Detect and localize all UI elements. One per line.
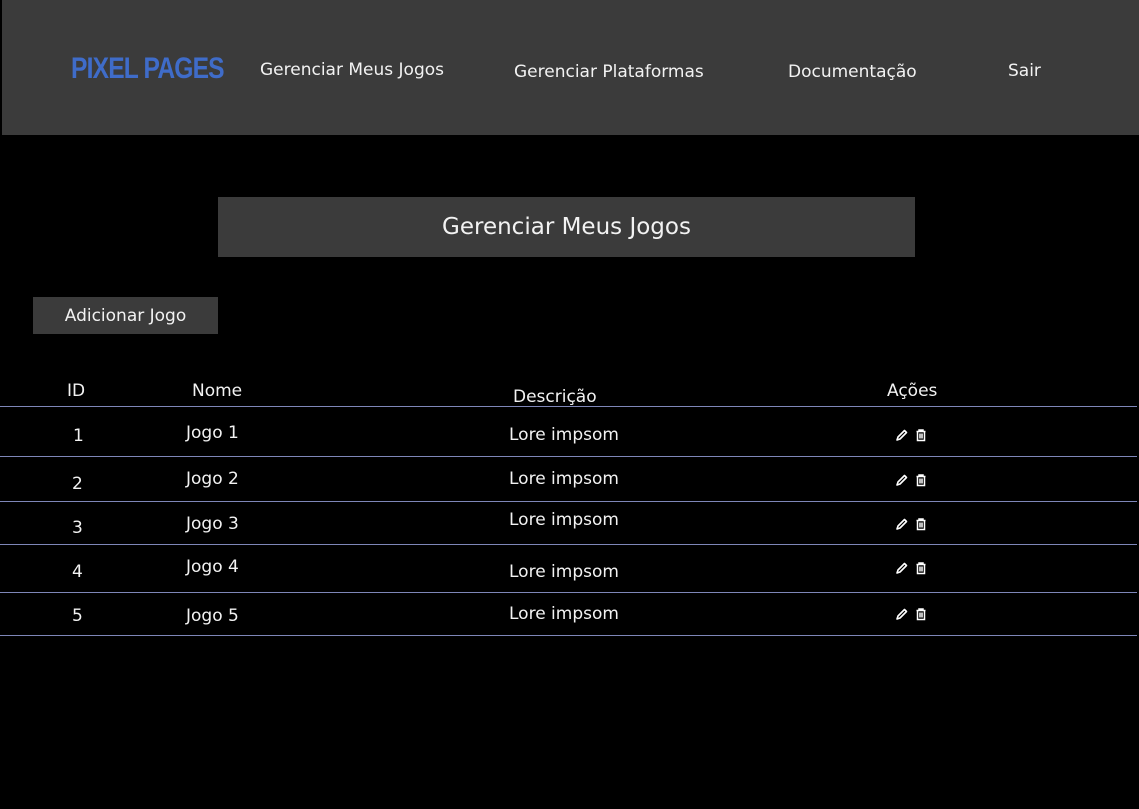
top-navbar: PIXEL PAGES Gerenciar Meus Jogos Gerenci… (2, 0, 1139, 135)
trash-icon[interactable] (914, 517, 928, 531)
edit-icon[interactable] (895, 517, 909, 531)
column-header-id: ID (67, 381, 86, 401)
table-header-divider (0, 406, 1137, 407)
nav-gerenciar-jogos[interactable]: Gerenciar Meus Jogos (260, 60, 444, 80)
row-divider (0, 544, 1137, 545)
trash-icon[interactable] (914, 428, 928, 442)
edit-icon[interactable] (895, 473, 909, 487)
cell-id: 1 (73, 426, 84, 446)
row-actions (895, 517, 928, 531)
cell-descricao: Lore impsom (509, 425, 619, 445)
edit-icon[interactable] (895, 561, 909, 575)
row-actions (895, 561, 928, 575)
column-header-nome: Nome (192, 381, 243, 401)
cell-nome: Jogo 3 (186, 514, 239, 534)
trash-icon[interactable] (914, 561, 928, 575)
nav-gerenciar-plataformas[interactable]: Gerenciar Plataformas (514, 62, 704, 82)
row-divider (0, 501, 1137, 502)
cell-id: 2 (72, 474, 83, 494)
row-actions (895, 428, 928, 442)
trash-icon[interactable] (914, 473, 928, 487)
row-divider (0, 456, 1137, 457)
column-header-acoes: Ações (887, 381, 938, 401)
page-title: Gerenciar Meus Jogos (218, 197, 915, 257)
edit-icon[interactable] (895, 607, 909, 621)
column-header-descricao: Descrição (513, 387, 597, 407)
nav-documentacao[interactable]: Documentação (788, 62, 917, 82)
cell-id: 3 (72, 518, 83, 538)
add-game-button[interactable]: Adicionar Jogo (33, 297, 218, 334)
cell-descricao: Lore impsom (509, 510, 619, 530)
cell-nome: Jogo 1 (186, 423, 239, 443)
row-actions (895, 607, 928, 621)
row-divider (0, 635, 1137, 636)
edit-icon[interactable] (895, 428, 909, 442)
row-actions (895, 473, 928, 487)
trash-icon[interactable] (914, 607, 928, 621)
cell-nome: Jogo 4 (186, 557, 239, 577)
cell-id: 4 (72, 562, 83, 582)
row-divider (0, 592, 1137, 593)
cell-nome: Jogo 5 (186, 606, 239, 626)
cell-id: 5 (72, 606, 83, 626)
cell-descricao: Lore impsom (509, 562, 619, 582)
cell-nome: Jogo 2 (186, 469, 239, 489)
cell-descricao: Lore impsom (509, 469, 619, 489)
logo[interactable]: PIXEL PAGES (71, 52, 225, 86)
nav-sair[interactable]: Sair (1008, 61, 1041, 81)
cell-descricao: Lore impsom (509, 604, 619, 624)
